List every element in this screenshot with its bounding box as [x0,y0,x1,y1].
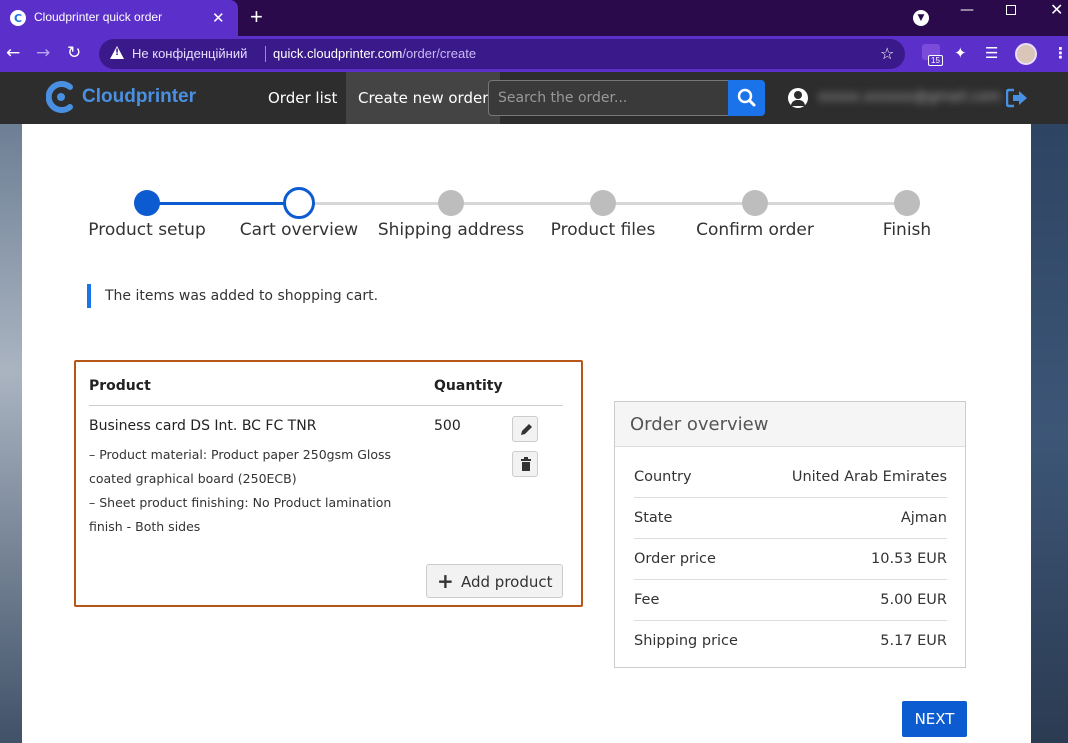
nav-create-new-order[interactable]: Create new order [346,72,501,124]
step-label: Product files [550,220,656,240]
browser-toolbar: ← → ↻ Не конфіденційний quick.cloudprint… [0,36,1068,72]
search-icon [737,88,756,107]
user-email[interactable]: xxxxx.xxxxxx@gmail.com [818,89,1001,105]
address-divider [265,46,266,62]
step-dot-finish [894,190,920,216]
background-image-right [1031,124,1068,743]
logout-icon[interactable] [1006,88,1028,108]
product-detail-line: – Product material: Product paper 250gsm… [89,447,392,462]
overview-value: 5.17 EUR [880,633,947,649]
order-stepper: Product setup Cart overview Shipping add… [22,124,1031,264]
plus-icon: + [437,569,454,593]
edit-product-button[interactable] [512,416,538,442]
overview-row-order-price: Order price 10.53 EUR [634,539,947,580]
overview-row-shipping-price: Shipping price 5.17 EUR [634,621,947,662]
tab-title: Cloudprinter quick order [34,10,163,24]
delete-product-button[interactable] [512,451,538,477]
order-overview-title: Order overview [615,402,965,447]
overview-value: United Arab Emirates [791,469,947,485]
order-page: Product setup Cart overview Shipping add… [22,124,1031,743]
product-detail-line: coated graphical board (250ECB) [89,471,297,486]
trash-icon [521,457,531,471]
cloudprinter-logo[interactable]: Cloudprinter [46,81,196,113]
step-label: Shipping address [377,220,525,240]
new-tab-icon[interactable]: + [250,4,263,30]
order-search [488,80,766,116]
column-header-product: Product [89,378,151,394]
step-label: Finish [882,220,932,240]
overview-value: 10.53 EUR [871,551,947,567]
profile-avatar[interactable] [1015,43,1037,65]
window-maximize-icon[interactable] [1006,5,1016,15]
extension-badge: 15 [928,55,943,66]
step-dot-product-files [590,190,616,216]
window-minimize-icon[interactable]: — [960,2,974,18]
step-dot-cart-overview[interactable] [283,187,315,219]
step-label: Confirm order [696,220,814,240]
cart-notice: The items was added to shopping cart. [87,284,378,308]
bookmark-star-icon[interactable]: ☆ [880,44,894,63]
order-search-input[interactable] [488,80,729,116]
step-connector [147,202,299,205]
address-bar[interactable]: Не конфіденційний quick.cloudprinter.com… [99,39,905,69]
warning-icon[interactable] [110,46,124,59]
step-dot-shipping-address [438,190,464,216]
product-name: Business card DS Int. BC FC TNR [89,418,317,434]
cloudprinter-logo-icon [46,81,73,113]
search-button[interactable] [728,80,765,116]
nav-order-list[interactable]: Order list [268,72,337,124]
add-product-button[interactable]: + Add product [426,564,563,598]
cart-table: Product Quantity Business card DS Int. B… [74,360,583,607]
window-close-icon[interactable]: ✕ [1050,0,1063,19]
step-dot-confirm-order [742,190,768,216]
overview-label: Country [634,469,692,485]
overview-row-country: Country United Arab Emirates [634,457,947,498]
overview-label: State [634,510,673,526]
logo-text: Cloudprinter [82,86,196,107]
step-label[interactable]: Product setup [67,220,227,240]
cloudprinter-favicon-icon: C [10,10,26,26]
product-detail-line: – Sheet product finishing: No Product la… [89,495,392,510]
reading-list-icon[interactable]: ☰ [985,44,998,62]
order-overview-panel: Order overview Country United Arab Emira… [614,401,966,668]
product-details: – Product material: Product paper 250gsm… [89,443,409,539]
overview-row-state: State Ajman [634,498,947,539]
header-divider [89,405,563,406]
next-button[interactable]: NEXT [902,701,967,737]
overview-value: Ajman [900,510,947,526]
overview-label: Fee [634,592,660,608]
step-label[interactable]: Cart overview [219,220,379,240]
product-detail-line: finish - Both sides [89,519,201,534]
column-header-quantity: Quantity [434,378,503,394]
user-account-icon[interactable] [788,88,808,108]
forward-arrow-icon[interactable]: → [36,43,50,63]
add-product-label: Add product [461,573,553,591]
browser-tab-bar: C Cloudprinter quick order ✕ + ▼ — ✕ [0,0,1068,36]
tab-close-icon[interactable]: ✕ [212,9,225,27]
overview-label: Order price [634,551,716,567]
kebab-menu-icon[interactable]: ⋮ [1053,44,1068,62]
step-dot-product-setup[interactable] [134,190,160,216]
overview-label: Shipping price [634,633,738,649]
background-image-left [0,124,22,743]
product-quantity: 500 [434,418,461,434]
site-header: Cloudprinter Order list Create new order… [0,72,1068,124]
back-arrow-icon[interactable]: ← [6,43,20,63]
pencil-icon [521,424,532,435]
browser-tab[interactable]: C Cloudprinter quick order ✕ [0,0,238,36]
reload-icon[interactable]: ↻ [67,43,81,63]
overview-row-fee: Fee 5.00 EUR [634,580,947,621]
url-host: quick.cloudprinter.com [273,46,403,61]
tab-search-chevron-icon[interactable]: ▼ [913,10,929,26]
url-path: /order/create [402,46,477,61]
puzzle-extensions-icon[interactable]: ✦ [954,44,967,62]
url-text[interactable]: quick.cloudprinter.com/order/create [273,46,476,61]
overview-value: 5.00 EUR [880,592,947,608]
security-status[interactable]: Не конфіденційний [132,46,247,61]
